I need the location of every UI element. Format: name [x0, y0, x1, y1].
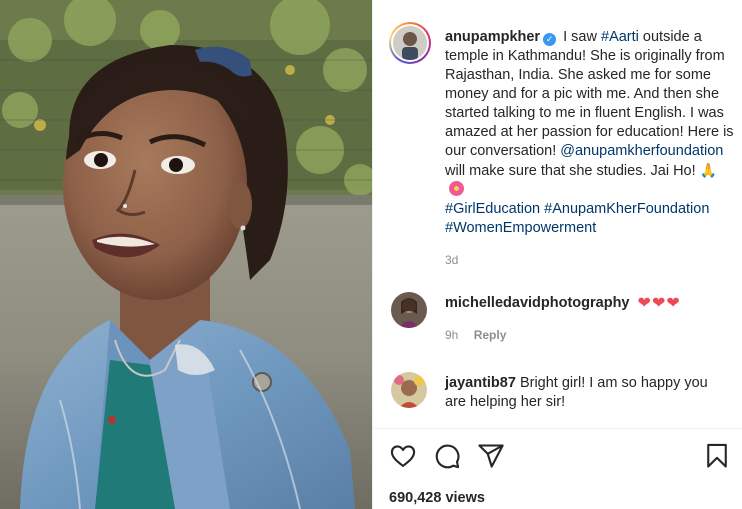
hashtag-link[interactable]: #AnupamKherFoundation [544, 201, 709, 217]
verified-badge-icon: ✓ [543, 33, 557, 46]
post-caption: anupampkher ✓ I saw #Aarti outside a temp… [389, 22, 735, 238]
view-count[interactable]: 690,428 views [389, 490, 485, 506]
folded-hands-emoji: 🙏 [699, 162, 718, 178]
post-sidebar: anupampkher ✓ I saw #Aarti outside a temp… [372, 0, 742, 509]
heart-emojis: ❤❤❤ [637, 295, 681, 312]
author-avatar-story-ring[interactable] [389, 22, 431, 64]
video-frame-illustration [0, 0, 372, 509]
hashtag-link[interactable]: #GirlEducation [445, 201, 540, 217]
instagram-post: anupampkher ✓ I saw #Aarti outside a temp… [0, 0, 742, 509]
comments-scroll-area[interactable]: anupampkher ✓ I saw #Aarti outside a temp… [373, 0, 742, 428]
comment-item: jayantib87 Bright girl! I am so happy yo… [389, 372, 735, 412]
comment-item: michelledavidphotography ❤❤❤ 9h Reply [389, 292, 735, 345]
comment-bubble-icon[interactable] [433, 442, 461, 470]
author-avatar-image [393, 26, 427, 60]
commenter-username[interactable]: michelledavidphotography [445, 295, 630, 311]
commenter-avatar[interactable] [391, 292, 427, 328]
post-video[interactable] [0, 0, 372, 509]
hibiscus-emoji-icon [449, 181, 464, 196]
commenter-username[interactable]: jayantib87 [445, 375, 516, 391]
paper-plane-icon[interactable] [477, 442, 505, 470]
hashtag-link[interactable]: #WomenEmpowerment [445, 220, 596, 236]
author-username[interactable]: anupampkher [445, 29, 540, 45]
section-divider [373, 428, 742, 429]
action-bar [389, 442, 729, 472]
comment-timestamp[interactable]: 9h [445, 328, 458, 342]
hashtag-link[interactable]: #Aarti [601, 29, 639, 45]
commenter-avatar[interactable] [391, 372, 427, 408]
author-avatar [393, 26, 427, 60]
caption-text: anupampkher ✓ I saw #Aarti outside a temp… [445, 29, 734, 236]
reply-button[interactable]: Reply [474, 328, 507, 342]
heart-outline-icon[interactable] [389, 442, 417, 470]
caption-timestamp[interactable]: 3d [445, 253, 458, 267]
bookmark-icon[interactable] [703, 442, 731, 470]
mention-link[interactable]: @anupamkherfoundation [560, 143, 723, 159]
